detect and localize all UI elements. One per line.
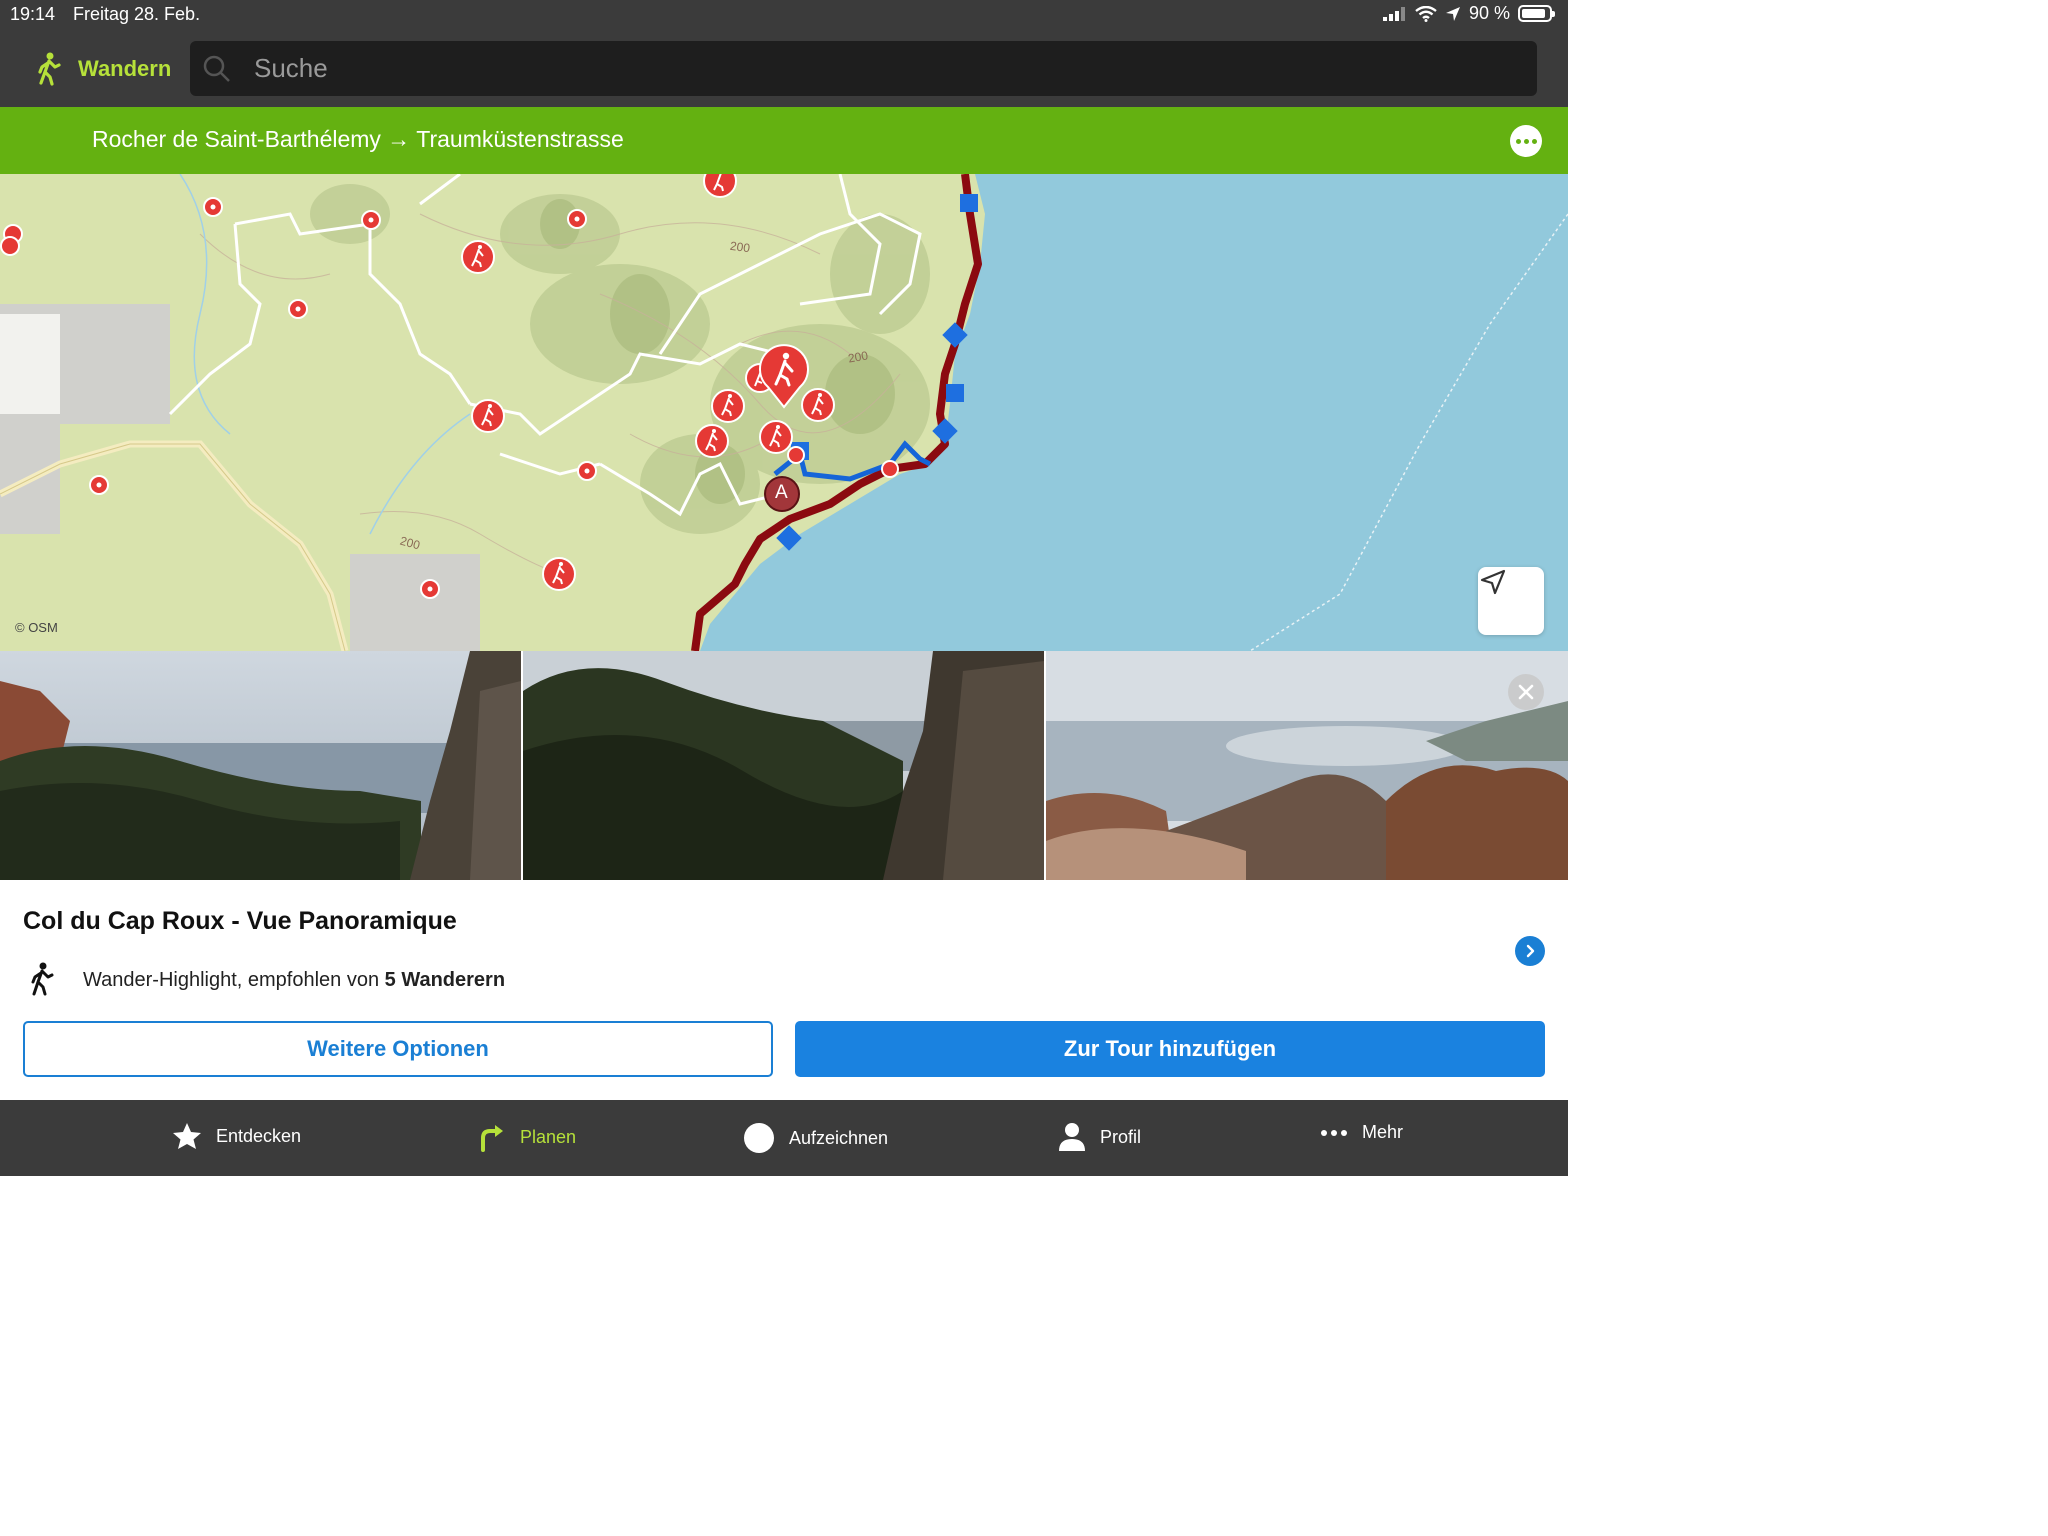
route-title[interactable]: Rocher de Saint-Barthélemy → Traumküsten… (92, 126, 624, 153)
hiker-icon (31, 962, 54, 996)
battery-icon (1518, 5, 1555, 22)
tab-label: Planen (520, 1126, 577, 1147)
sport-label: Wandern (78, 56, 172, 81)
tab-mehr[interactable]: Mehr (1320, 1122, 1403, 1143)
tab-label: Mehr (1362, 1122, 1404, 1142)
highlight-card: Col du Cap Roux - Vue Panoramique Wander… (0, 880, 1568, 1100)
highlight-description: Wander-Highlight, empfohlen von 5 Wander… (83, 969, 505, 992)
status-date: Freitag 28. Feb. (73, 4, 201, 24)
status-bar: 19:14 Freitag 28. Feb. 90 % (0, 0, 1568, 30)
map-view[interactable]: 200 200 200 A © OSM (0, 174, 1568, 651)
record-icon (744, 1123, 774, 1153)
chevron-right-icon (1526, 944, 1535, 958)
wifi-icon (1415, 5, 1437, 22)
tab-entdecken[interactable]: Entdecken (172, 1122, 301, 1150)
location-arrow-icon (1445, 6, 1460, 21)
status-right: 90 % (1382, 3, 1555, 24)
route-bar: Rocher de Saint-Barthélemy → Traumküsten… (0, 107, 1568, 174)
photo-strip[interactable] (0, 651, 1568, 880)
highlight-photo[interactable] (0, 651, 521, 880)
search-input[interactable]: Suche (190, 41, 1537, 96)
tab-planen[interactable]: Planen (476, 1122, 576, 1152)
star-icon (173, 1123, 201, 1149)
search-placeholder: Suche (254, 53, 328, 83)
signal-icon (1382, 6, 1405, 21)
search-icon (203, 55, 230, 82)
route-more-button[interactable] (1510, 125, 1542, 157)
tab-aufzeichnen[interactable]: Aufzeichnen (743, 1122, 888, 1154)
tab-bar: Entdecken Planen Aufzeichnen Profil Mehr (0, 1100, 1568, 1176)
add-to-tour-button[interactable]: Zur Tour hinzufügen (795, 1021, 1545, 1077)
close-photos-button[interactable] (1508, 674, 1544, 710)
map-attribution[interactable]: © OSM (15, 620, 58, 635)
person-icon (1059, 1123, 1085, 1151)
recommender-count: 5 Wanderern (384, 969, 506, 991)
highlight-title[interactable]: Col du Cap Roux - Vue Panoramique (23, 907, 457, 936)
highlight-photo[interactable] (523, 651, 1044, 880)
sport-selector[interactable]: Wandern (34, 52, 171, 86)
navigation-arrow-icon (1480, 569, 1506, 595)
hiker-icon (38, 52, 61, 86)
more-dots-icon (1321, 1129, 1347, 1136)
close-icon (1518, 684, 1534, 700)
highlight-details-button[interactable] (1515, 936, 1545, 966)
tab-label: Aufzeichnen (789, 1127, 889, 1148)
map-canvas[interactable] (0, 174, 1568, 651)
highlight-photo[interactable] (1046, 651, 1568, 880)
tab-label: Entdecken (216, 1125, 302, 1146)
locate-me-button[interactable] (1478, 567, 1544, 635)
more-options-button[interactable]: Weitere Optionen (23, 1021, 773, 1077)
tab-profil[interactable]: Profil (1058, 1122, 1141, 1152)
contour-label: 200 (729, 238, 751, 256)
top-bar: Wandern Suche (0, 30, 1568, 107)
tab-label: Profil (1100, 1126, 1142, 1147)
plan-arrow-icon (481, 1125, 503, 1152)
battery-percent: 90 % (1468, 3, 1510, 23)
status-time: 19:14 (10, 4, 56, 24)
highlight-desc-prefix: Wander-Highlight, empfohlen von (83, 969, 385, 991)
waypoint-a-label[interactable]: A (775, 482, 788, 504)
